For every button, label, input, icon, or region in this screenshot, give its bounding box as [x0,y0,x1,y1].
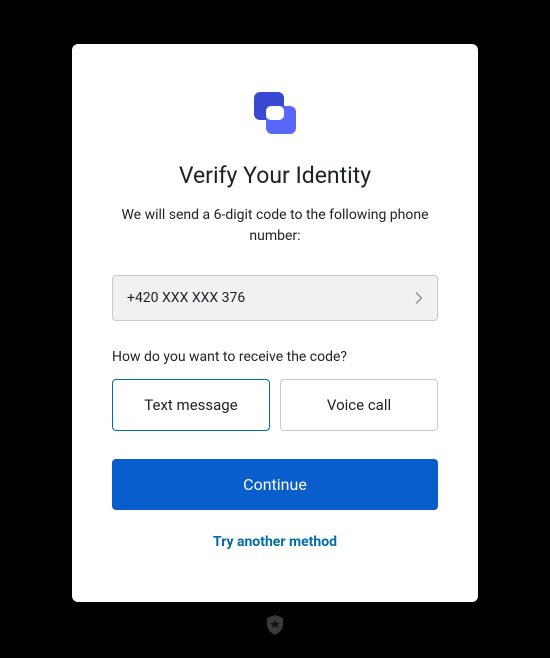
try-another-method-link[interactable]: Try another method [213,534,337,550]
chevron-right-icon [415,292,423,304]
verify-card: Verify Your Identity We will send a 6-di… [72,44,478,602]
delivery-options: Text message Voice call [112,379,438,431]
phone-number-value: +420 XXX XXX 376 [127,290,245,306]
option-text-message[interactable]: Text message [112,379,270,431]
page-subtitle: We will send a 6-digit code to the follo… [112,205,438,247]
phone-number-selector[interactable]: +420 XXX XXX 376 [112,275,438,321]
brand-logo [250,92,300,134]
option-voice-call[interactable]: Voice call [280,379,438,431]
continue-button[interactable]: Continue [112,459,438,510]
shield-badge-icon [265,614,285,640]
delivery-question: How do you want to receive the code? [112,349,438,365]
page-title: Verify Your Identity [179,162,371,189]
